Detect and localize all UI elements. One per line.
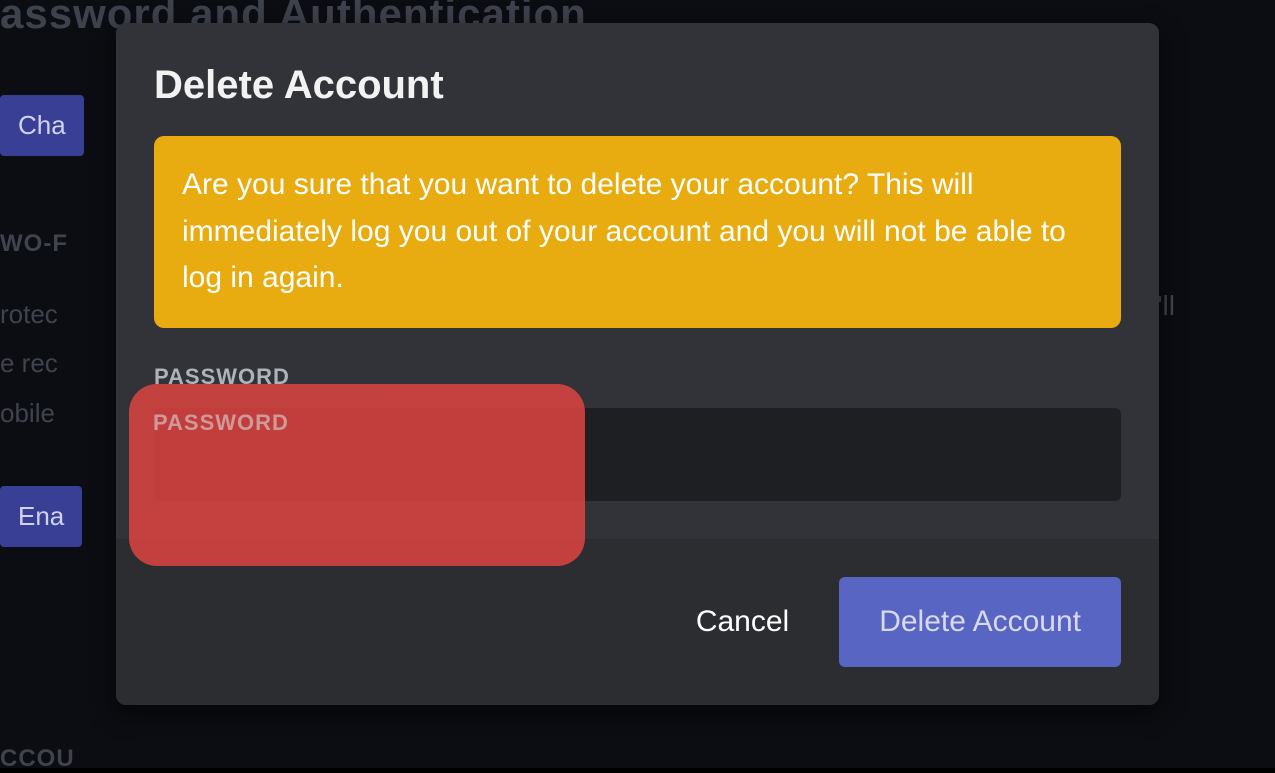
password-label: PASSWORD [154,364,1121,390]
warning-banner: Are you sure that you want to delete you… [154,136,1121,328]
delete-account-button[interactable]: Delete Account [839,577,1121,667]
delete-account-modal: Delete Account Are you sure that you wan… [116,23,1159,705]
cancel-button[interactable]: Cancel [676,595,809,649]
password-section: PASSWORD [154,364,1121,501]
password-input[interactable] [154,408,1121,501]
modal-footer: Cancel Delete Account [116,539,1159,705]
modal-overlay: Delete Account Are you sure that you wan… [0,0,1275,768]
modal-body: Delete Account Are you sure that you wan… [116,23,1159,539]
modal-title: Delete Account [154,63,1121,108]
